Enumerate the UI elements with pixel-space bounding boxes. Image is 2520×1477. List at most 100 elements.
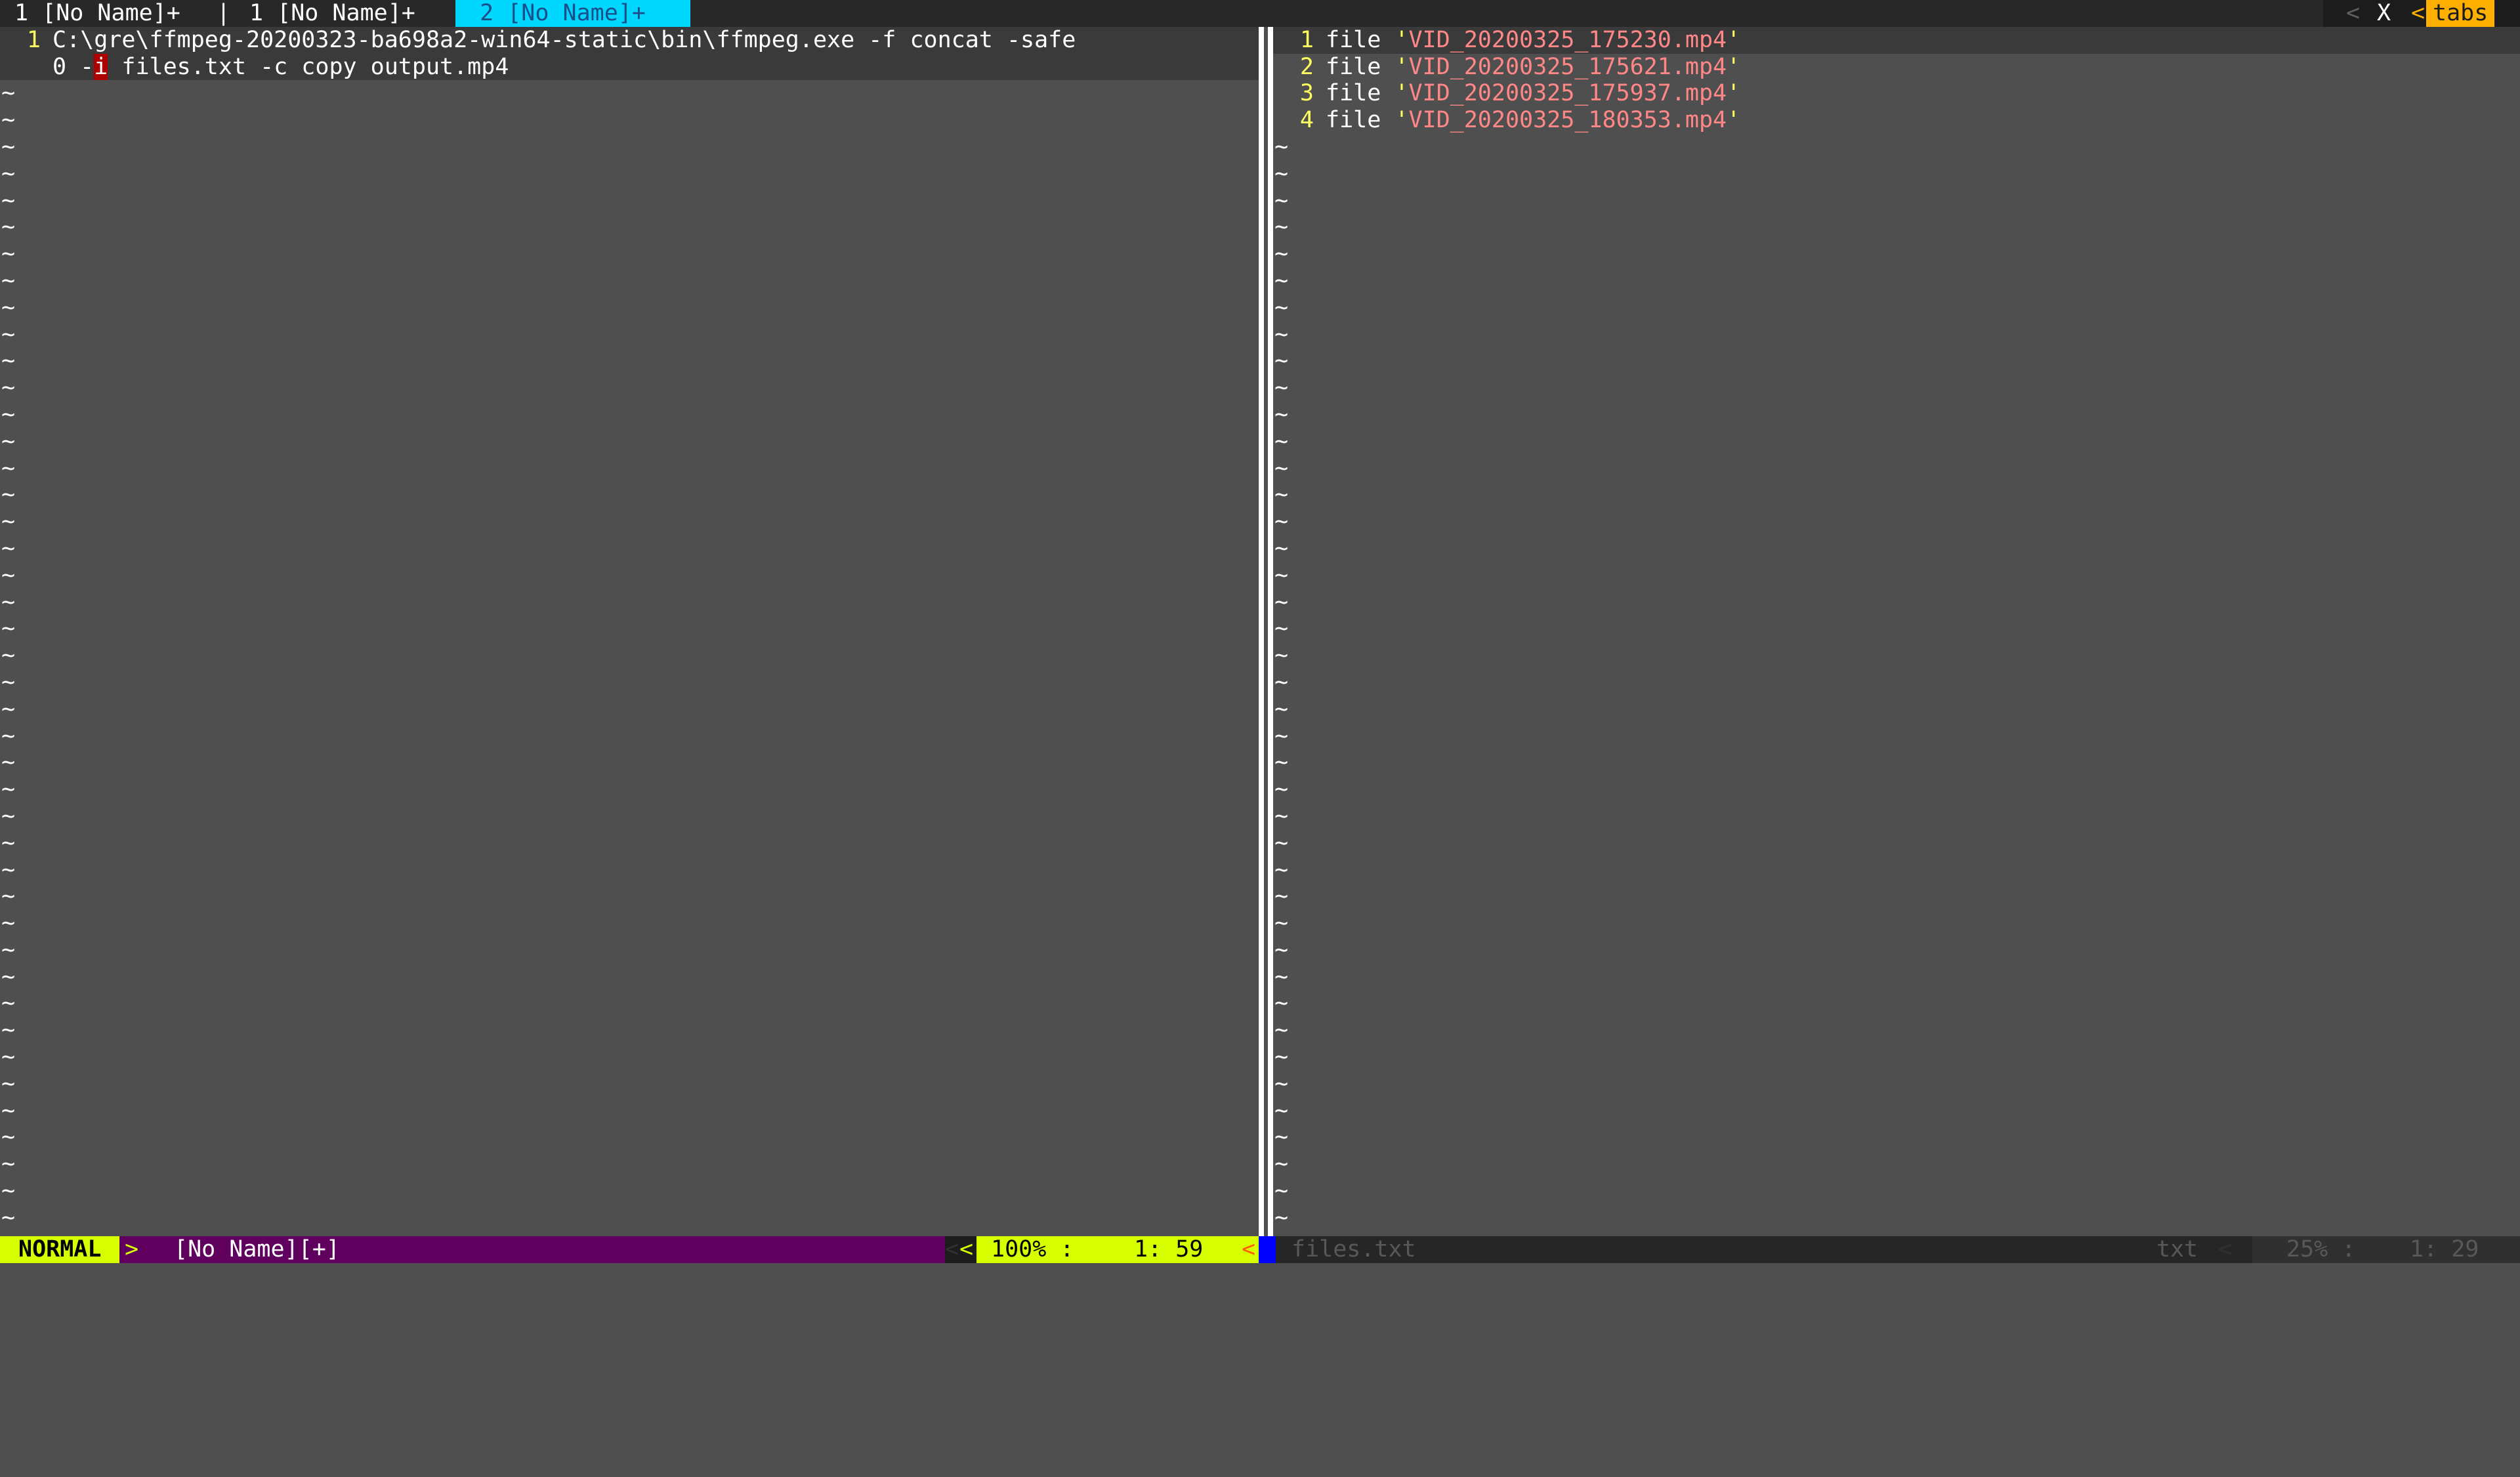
empty-line: ~	[1273, 188, 2520, 215]
empty-line: ~	[1273, 1071, 2520, 1098]
tilde-marker: ~	[1, 107, 16, 134]
close-quote: '	[1727, 53, 1741, 80]
empty-line: ~	[0, 1124, 1259, 1151]
empty-line: ~	[1273, 562, 2520, 589]
empty-line: ~	[0, 589, 1259, 616]
empty-line: ~	[0, 723, 1259, 750]
tilde-marker: ~	[1274, 321, 1289, 348]
editor-line[interactable]: 1 file 'VID_20200325_175230.mp4'	[1273, 26, 2520, 54]
empty-line: ~	[1273, 161, 2520, 188]
empty-line: ~	[0, 1017, 1259, 1044]
empty-line: ~	[0, 322, 1259, 348]
empty-line: ~	[1273, 509, 2520, 535]
empty-line: ~	[1273, 268, 2520, 295]
statusline-active: NORMAL > [No Name][+] < < 100% :1: 59 <	[0, 1236, 1259, 1263]
tilde-marker: ~	[1, 160, 16, 187]
tilde-marker: ~	[1274, 963, 1289, 990]
tilde-marker: ~	[1274, 455, 1289, 482]
file-name-string: VID_20200325_175937.mp4	[1408, 80, 1727, 107]
empty-line: ~	[0, 964, 1259, 991]
cursor-position: 1: 59	[1134, 1236, 1204, 1262]
tilde-marker: ~	[1, 294, 16, 321]
tab-1[interactable]: 1 [No Name]+	[14, 0, 180, 27]
tilde-marker: ~	[1274, 856, 1289, 883]
file-name-string: VID_20200325_180353.mp4	[1408, 107, 1727, 134]
empty-line: ~	[0, 428, 1259, 455]
empty-line: ~	[1273, 535, 2520, 562]
open-quote: '	[1395, 107, 1409, 134]
empty-line: ~	[0, 535, 1259, 562]
status-arrow-icon: <	[959, 1236, 976, 1263]
file-name-string: VID_20200325_175621.mp4	[1408, 53, 1727, 80]
tilde-marker: ~	[1274, 990, 1289, 1017]
left-pane[interactable]: 1 C:\gre\ffmpeg-20200323-ba698a2-win64-st…	[0, 26, 1259, 1236]
filetype: txt	[2156, 1236, 2198, 1262]
empty-line: ~	[1273, 1205, 2520, 1232]
tilde-marker: ~	[1, 1044, 16, 1071]
tilde-marker: ~	[1, 267, 16, 294]
tilde-marker: ~	[1, 696, 16, 722]
empty-line: ~	[1273, 749, 2520, 776]
tilde-marker: ~	[1, 1097, 16, 1124]
tilde-marker: ~	[1274, 722, 1289, 749]
empty-line: ~	[1273, 1044, 2520, 1071]
tilde-marker: ~	[1, 241, 16, 268]
editor-line[interactable]: 2 file 'VID_20200325_175621.mp4'	[1273, 54, 2520, 81]
tilde-marker: ~	[1, 375, 16, 402]
tilde-marker: ~	[1, 910, 16, 937]
tilde-marker: ~	[1274, 1044, 1289, 1071]
empty-line: ~	[0, 937, 1259, 964]
line-text-wrap-start: 0 -	[52, 53, 94, 80]
tilde-marker: ~	[1, 482, 16, 509]
empty-line: ~	[1273, 1178, 2520, 1205]
tilde-marker: ~	[1274, 348, 1289, 375]
close-quote: '	[1727, 80, 1741, 107]
tilde-marker: ~	[1, 1070, 16, 1097]
empty-line: ~	[1273, 1017, 2520, 1044]
empty-line: ~	[0, 241, 1259, 268]
empty-line: ~	[1273, 402, 2520, 428]
file-name-string: VID_20200325_175230.mp4	[1408, 26, 1727, 53]
tab-3-active[interactable]: 2 [No Name]+	[455, 0, 690, 27]
empty-line: ~	[0, 749, 1259, 776]
tilde-marker: ~	[1274, 910, 1289, 937]
text-cursor: i	[94, 53, 108, 80]
empty-line: ~	[0, 1178, 1259, 1205]
editor-line-1-wrap[interactable]: 00 -i files.txt -c copy output.mp4	[0, 53, 1259, 81]
tilde-marker: ~	[1, 963, 16, 990]
empty-line: ~	[1273, 723, 2520, 750]
inactive-percent-position: 25% : 1: 29	[2252, 1236, 2520, 1263]
vertical-split-divider[interactable]	[1259, 26, 1273, 1236]
tilde-marker: ~	[1274, 509, 1289, 535]
inactive-filename: files.txt	[1292, 1236, 1416, 1262]
tab-2[interactable]: 1 [No Name]+	[249, 0, 415, 27]
tilde-marker: ~	[1, 615, 16, 642]
command-line[interactable]	[0, 1263, 2520, 1291]
tilde-marker: ~	[1274, 535, 1289, 562]
close-tab-button[interactable]: X	[2377, 0, 2391, 27]
empty-line-markers: ~ ~ ~ ~ ~ ~ ~ ~ ~ ~ ~ ~ ~ ~ ~ ~ ~ ~ ~ ~ ~ ~ ~ ~ ~ ~ ~ ~ ~ ~ ~ ~ ~ ~ ~ ~ ~ ~ ~ ~…	[0, 80, 1259, 1231]
empty-line: ~	[0, 910, 1259, 937]
editor-line-1[interactable]: 1 C:\gre\ffmpeg-20200323-ba698a2-win64-st…	[0, 26, 1259, 54]
empty-line: ~	[0, 803, 1259, 830]
status-marker	[1259, 1236, 1276, 1263]
empty-line: ~	[1273, 830, 2520, 857]
tilde-marker: ~	[1274, 1204, 1289, 1231]
empty-line: ~	[1273, 910, 2520, 937]
tilde-marker: ~	[1274, 776, 1289, 803]
tilde-marker: ~	[1, 856, 16, 883]
empty-line: ~	[0, 107, 1259, 134]
empty-line: ~	[1273, 482, 2520, 509]
editor-line[interactable]: 3 file 'VID_20200325_175937.mp4'	[1273, 80, 2520, 107]
tabline: 1 [No Name]+ | 1 [No Name]+ 2 [No Name]+…	[0, 0, 2520, 27]
tilde-marker: ~	[1, 214, 16, 241]
empty-line: ~	[0, 402, 1259, 428]
empty-line: ~	[1273, 348, 2520, 375]
right-pane[interactable]: 1 file 'VID_20200325_175230.mp4' 2 file 'VI…	[1273, 26, 2520, 1236]
empty-line: ~	[0, 642, 1259, 669]
empty-line-markers: ~ ~ ~ ~ ~ ~ ~ ~ ~ ~ ~ ~ ~ ~ ~ ~ ~ ~ ~ ~ ~ ~ ~ ~ ~ ~ ~ ~ ~ ~ ~ ~ ~ ~ ~ ~ ~ ~ ~ ~…	[1273, 134, 2520, 1232]
tilde-marker: ~	[1, 749, 16, 776]
editor-line[interactable]: 4 file 'VID_20200325_180353.mp4'	[1273, 107, 2520, 134]
line-number: 1	[26, 26, 41, 53]
tilde-marker: ~	[1274, 241, 1289, 268]
